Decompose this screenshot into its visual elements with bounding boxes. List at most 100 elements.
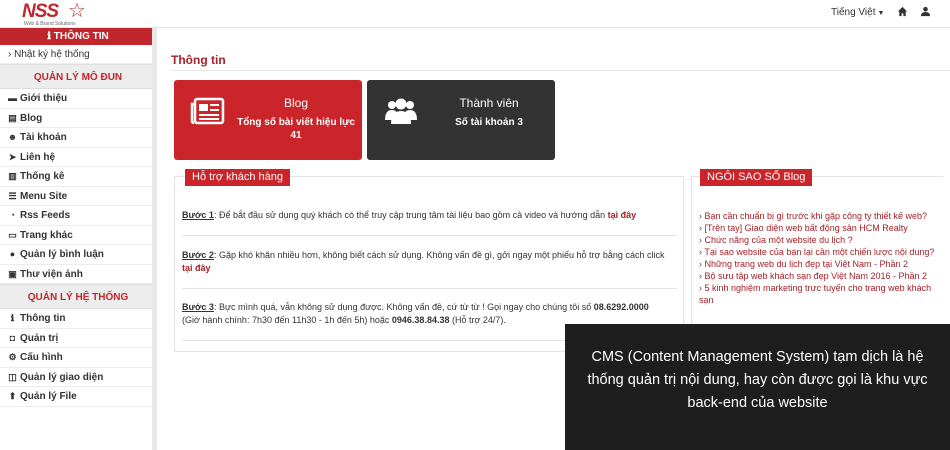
sidebar-item-thong-tin[interactable]: ℹ Thông tin — [0, 309, 156, 329]
sidebar-item-lien-he[interactable]: ➤ Liên hệ — [0, 148, 156, 167]
sidebar-item-label: Trang khác — [20, 229, 73, 241]
sidebar-item-gioi-thieu[interactable]: ▬ Giới thiệu — [0, 89, 156, 109]
sidebar-info-header[interactable]: ℹ THÔNG TIN — [0, 28, 156, 45]
language-label: Tiếng Việt — [831, 7, 876, 18]
support-panel-tag: Hỗ trợ khách hàng — [185, 169, 290, 186]
caret-down-icon: ▼ — [877, 10, 885, 17]
nss-logo[interactable]: NSS ☆ Web & Brand Solutions — [22, 0, 92, 27]
office-hours: (Giờ hành chính: 7h30 đến 11h30 - 1h đến… — [182, 315, 390, 325]
module-section-header: QUẢN LÝ MÔ ĐUN — [0, 64, 156, 89]
list-icon: ☰ — [8, 190, 17, 201]
docs-link[interactable]: tại đây — [608, 210, 637, 220]
sidebar-item-giao-dien[interactable]: ◫ Quản lý giao diện — [0, 368, 156, 387]
blog-post-link[interactable]: › [Trên tay] Giao diện web bất động sản … — [699, 222, 939, 234]
sidebar-item-rss-feeds[interactable]: ◔ Rss Feeds — [0, 206, 156, 226]
language-dropdown[interactable]: Tiếng Việt ▼ — [831, 7, 884, 18]
sidebar-item-quan-ly-file[interactable]: ⬆ Quản lý File — [0, 387, 156, 407]
sidebar-scrollbar[interactable] — [152, 28, 157, 450]
blog-post-link[interactable]: › Chức năng của một website du lịch ? — [699, 234, 939, 246]
sidebar-item-thu-vien-anh[interactable]: ▣ Thư viện ảnh — [0, 265, 156, 284]
star-icon: ☆ — [68, 0, 86, 22]
users-icon: ☻ — [7, 132, 18, 142]
sidebar-item-system-log[interactable]: › Nhật ký hệ thống — [0, 45, 156, 64]
card-subtitle: Số tài khoản 3 — [423, 116, 555, 129]
newspaper-icon: ▤ — [8, 112, 17, 123]
sidebar-item-tai-khoan[interactable]: ☻ Tài khoản — [0, 128, 156, 148]
support-step-2: Bước 2: Gặp khó khăn nhiều hơn, không bi… — [182, 249, 677, 275]
lock-icon: ◘ — [9, 332, 16, 343]
sidebar-item-label: Menu Site — [20, 190, 68, 202]
sidebar: ℹ THÔNG TIN › Nhật ký hệ thống QUẢN LÝ M… — [0, 28, 157, 450]
sidebar-item-label: Quản trị — [20, 332, 59, 344]
hotline-number[interactable]: 0946.38.84.38 — [392, 315, 450, 325]
divider — [182, 235, 677, 236]
sidebar-item-label: Rss Feeds — [20, 210, 71, 221]
step-text: : Để bắt đầu sử dụng quý khách có thể tr… — [213, 210, 606, 220]
card-subtitle-line: Tổng số bài viết hiệu lực — [237, 117, 355, 128]
rss-icon: ◔ — [9, 210, 16, 220]
members-stat-card[interactable]: Thành viên Số tài khoản 3 — [367, 80, 555, 160]
sidebar-item-binh-luan[interactable]: ● Quản lý bình luận — [0, 245, 156, 265]
send-icon: ➤ — [8, 151, 17, 162]
system-section-header: QUẢN LÝ HỆ THỐNG — [0, 284, 156, 309]
support-step-1: Bước 1: Để bắt đầu sử dụng quý khách có … — [182, 209, 677, 222]
sidebar-item-thong-ke[interactable]: ▥ Thống kê — [0, 167, 156, 187]
upload-icon: ⬆ — [8, 391, 17, 401]
newspaper-icon — [190, 97, 225, 125]
card-title: Blog — [283, 96, 309, 110]
title-divider — [171, 70, 950, 71]
user-icon[interactable] — [920, 6, 931, 17]
info-icon: ℹ — [10, 313, 15, 323]
bar-chart-icon: ▥ — [8, 171, 17, 181]
blog-panel-tag: NGÔI SAO SỐ Blog — [700, 169, 813, 186]
laptop-icon: ▬ — [8, 93, 17, 103]
blog-stat-card[interactable]: Blog Tổng số bài viết hiệu lực 41 — [174, 80, 362, 160]
step-text: : Gặp khó khăn nhiều hơn, không biết các… — [213, 250, 665, 260]
divider — [182, 288, 677, 289]
card-subtitle-line: Số tài khoản 3 — [455, 117, 523, 128]
window-icon: ▭ — [8, 229, 17, 240]
sidebar-item-blog[interactable]: ▤ Blog — [0, 109, 156, 128]
blog-post-link[interactable]: › Bộ sưu tập web khách sạn đẹp Việt Nam … — [699, 270, 939, 282]
logo-text: NSS — [22, 1, 59, 22]
sidebar-item-label: Thống kê — [20, 171, 65, 182]
top-bar: NSS ☆ Web & Brand Solutions Tiếng Việt ▼ — [0, 0, 950, 28]
logo-subtitle: Web & Brand Solutions — [24, 21, 76, 27]
blog-post-link[interactable]: › Bạn cần chuẩn bị gì trước khi gặp công… — [699, 210, 939, 222]
blog-post-link[interactable]: › Tại sao website của bạn lại cần một ch… — [699, 246, 939, 258]
sidebar-item-label: Giới thiệu — [20, 93, 68, 104]
step-label: Bước 3 — [182, 302, 214, 312]
sidebar-item-menu-site[interactable]: ☰ Menu Site — [0, 187, 156, 206]
step-label: Bước 2 — [182, 250, 214, 260]
layout-icon: ◫ — [8, 371, 17, 382]
home-icon[interactable] — [897, 6, 908, 17]
step-text: : Bực mình quá, vẫn không sử dụng được. … — [213, 302, 592, 312]
users-icon — [385, 98, 417, 124]
sidebar-item-label: Liên hệ — [20, 151, 56, 163]
card-title: Thành viên — [459, 96, 519, 110]
sidebar-item-cau-hinh[interactable]: ⚙ Cấu hình — [0, 348, 156, 368]
sidebar-item-label: Quản lý bình luận — [20, 249, 104, 260]
sidebar-item-label: Cấu hình — [20, 352, 63, 363]
comment-icon: ● — [9, 249, 16, 259]
support-note: (Hỗ trợ 24/7). — [451, 315, 506, 325]
page-title: Thông tin — [171, 53, 226, 67]
step-label: Bước 1 — [182, 210, 214, 220]
blog-post-list: › Bạn cần chuẩn bị gì trước khi gặp công… — [699, 210, 939, 306]
caption-overlay: CMS (Content Management System) tạm dịch… — [565, 324, 950, 450]
card-subtitle: Tổng số bài viết hiệu lực 41 — [230, 116, 362, 142]
sidebar-item-quan-tri[interactable]: ◘ Quản trị — [0, 329, 156, 348]
phone-number[interactable]: 08.6292.0000 — [594, 302, 649, 312]
sidebar-item-label: Quản lý File — [20, 391, 77, 402]
blog-post-link[interactable]: › 5 kinh nghiệm marketing trực tuyến cho… — [699, 282, 939, 306]
cogs-icon: ⚙ — [8, 352, 17, 362]
sidebar-item-label: Quản lý giao diện — [20, 371, 104, 383]
sidebar-item-label: Thông tin — [20, 313, 66, 324]
image-icon: ▣ — [8, 268, 17, 279]
sidebar-item-trang-khac[interactable]: ▭ Trang khác — [0, 226, 156, 245]
sidebar-item-label: Tài khoản — [20, 132, 67, 143]
sidebar-item-label: Thư viện ảnh — [20, 268, 83, 280]
ticket-link[interactable]: tại đây — [182, 263, 211, 273]
blog-post-link[interactable]: › Những trang web du lịch đẹp tại Việt N… — [699, 258, 939, 270]
sidebar-item-label: Blog — [20, 112, 43, 124]
